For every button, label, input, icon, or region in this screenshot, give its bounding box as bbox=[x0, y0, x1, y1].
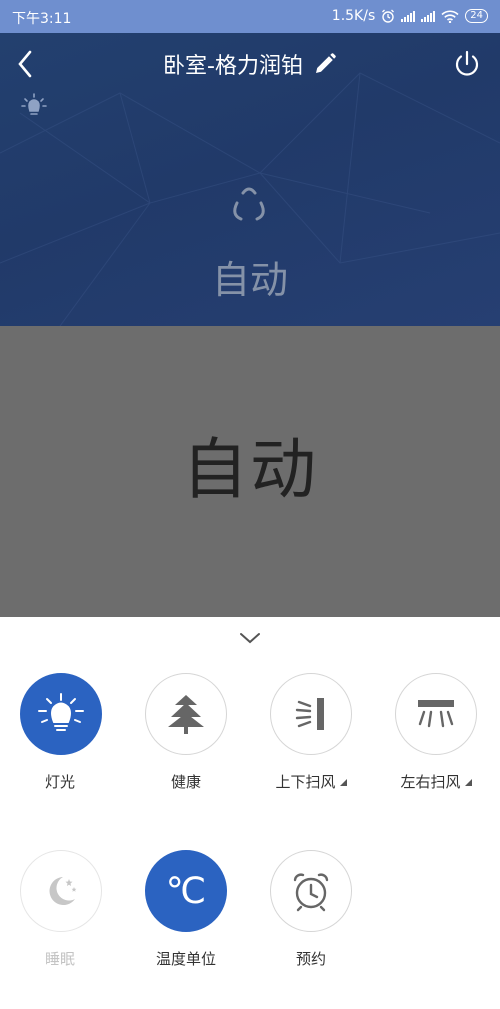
control-panel: 灯光 健康 上下扫风 左右扫风 睡眠 ℃ 温度单位 预约 bbox=[0, 617, 500, 1009]
wifi-icon bbox=[441, 10, 459, 23]
battery-icon: 24 bbox=[465, 9, 488, 23]
dropdown-triangle-icon bbox=[464, 779, 472, 786]
alarm-icon bbox=[382, 9, 395, 23]
horizontal-swing-text: 左右扫风 bbox=[400, 773, 461, 791]
horizontal-swing-icon bbox=[418, 700, 454, 728]
mode-label: 自动 bbox=[211, 258, 288, 302]
light-button[interactable] bbox=[20, 673, 102, 755]
mode-overlay: 自动 bbox=[0, 326, 500, 617]
vertical-swing-icon bbox=[295, 698, 324, 730]
dropdown-triangle-icon bbox=[339, 779, 347, 786]
device-header: 卧室-格力润铂 自动 bbox=[0, 33, 500, 326]
alarm-clock-icon bbox=[293, 873, 329, 912]
temperature-unit-button[interactable]: ℃ bbox=[145, 850, 227, 932]
temperature-unit-label: 温度单位 bbox=[155, 950, 216, 968]
status-time: 下午3:11 bbox=[12, 11, 72, 27]
device-title: 卧室-格力润铂 bbox=[163, 54, 303, 79]
status-bar: 下午3:11 1.5K/s 24 bbox=[0, 0, 500, 33]
auto-mode-icon bbox=[233, 187, 265, 221]
horizontal-swing-label: 左右扫风 bbox=[376, 771, 496, 792]
light-icon bbox=[38, 693, 84, 731]
mode-overlay-text: 自动 bbox=[182, 431, 318, 508]
celsius-icon: ℃ bbox=[165, 870, 207, 912]
light-label: 灯光 bbox=[44, 773, 75, 791]
top-bar: 卧室-格力润铂 bbox=[0, 33, 500, 93]
sleep-moon-icon bbox=[49, 877, 77, 905]
horizontal-swing-button[interactable] bbox=[395, 673, 477, 755]
schedule-button[interactable] bbox=[270, 850, 352, 932]
chevron-down-icon[interactable] bbox=[238, 631, 262, 645]
signal-icon-2 bbox=[421, 10, 436, 22]
power-icon[interactable] bbox=[452, 49, 482, 79]
vertical-swing-button[interactable] bbox=[270, 673, 352, 755]
net-speed: 1.5K/s bbox=[331, 8, 376, 24]
light-bulb-icon bbox=[21, 93, 47, 115]
sleep-button[interactable] bbox=[20, 850, 102, 932]
edit-pencil-icon[interactable] bbox=[313, 52, 337, 76]
health-label: 健康 bbox=[170, 773, 201, 791]
signal-icon bbox=[401, 10, 416, 22]
health-tree-icon bbox=[168, 695, 204, 734]
health-button[interactable] bbox=[145, 673, 227, 755]
sleep-label: 睡眠 bbox=[44, 950, 75, 968]
vertical-swing-text: 上下扫风 bbox=[275, 773, 336, 791]
vertical-swing-label: 上下扫风 bbox=[251, 771, 371, 792]
schedule-label: 预约 bbox=[295, 950, 326, 968]
